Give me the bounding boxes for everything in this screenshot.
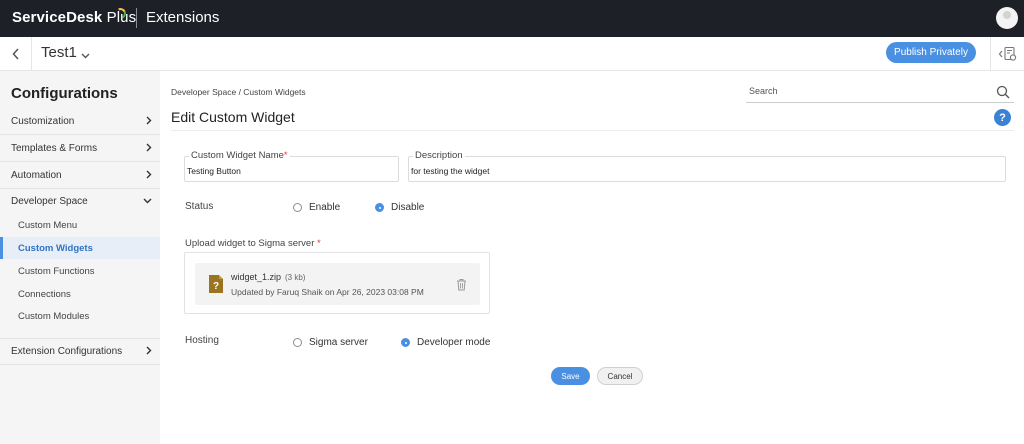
radio-unchecked-icon: [293, 203, 302, 212]
hosting-label: Hosting: [185, 335, 219, 346]
description-label: Description: [413, 150, 465, 161]
status-label: Status: [185, 201, 214, 212]
search-input[interactable]: [749, 86, 979, 96]
back-button[interactable]: [0, 37, 32, 70]
radio-label: Disable: [391, 202, 425, 213]
status-disable-radio[interactable]: Disable: [375, 202, 424, 213]
file-updated-info: Updated by Faruq Shaik on Apr 26, 2023 0…: [231, 287, 424, 297]
sidebar-item-custom-modules[interactable]: Custom Modules: [0, 305, 160, 327]
upload-label: Upload widget to Sigma server *: [185, 238, 321, 249]
trash-icon[interactable]: [456, 278, 467, 291]
app-name[interactable]: Test1: [41, 44, 77, 61]
cancel-button[interactable]: Cancel: [597, 367, 643, 385]
status-enable-radio[interactable]: Enable: [293, 202, 340, 213]
hosting-developer-radio[interactable]: Developer mode: [401, 337, 490, 348]
sidebar-item-connections[interactable]: Connections: [0, 283, 160, 305]
sidebar-item-label: Automation: [11, 169, 62, 181]
chevron-down-icon: [143, 198, 152, 204]
page-title: Edit Custom Widget: [171, 109, 295, 125]
sidebar-item-label: Templates & Forms: [11, 142, 98, 154]
publish-privately-button[interactable]: Publish Privately: [886, 42, 976, 63]
uploaded-file-card: [195, 263, 480, 305]
sidebar-item-custom-functions[interactable]: Custom Functions: [0, 260, 160, 282]
widget-name-input[interactable]: [187, 166, 390, 176]
radio-label: Sigma server: [309, 337, 368, 348]
radio-checked-icon: [375, 203, 384, 212]
chevron-right-icon: [146, 346, 152, 355]
radio-checked-icon: [401, 338, 410, 347]
description-input[interactable]: [411, 166, 978, 176]
chevron-right-icon: [146, 116, 152, 125]
module-title: Extensions: [146, 9, 220, 26]
radio-unchecked-icon: [293, 338, 302, 347]
sidebar-divider: [0, 364, 160, 365]
sidebar-item-label: Extension Configurations: [11, 345, 123, 357]
zip-file-icon: ?: [209, 275, 223, 293]
user-avatar-icon[interactable]: [996, 7, 1018, 29]
file-name[interactable]: widget_1.zip: [231, 272, 281, 282]
required-mark: *: [283, 150, 288, 161]
app-switch-chevron[interactable]: [81, 46, 90, 64]
side-panel-toggle[interactable]: [990, 37, 1024, 70]
sidebar-item-developer-space[interactable]: Developer Space: [0, 188, 160, 214]
chevron-right-icon: [146, 170, 152, 179]
sidebar-item-customization[interactable]: Customization: [0, 108, 160, 134]
chevron-left-icon: [11, 47, 19, 60]
sidebar-heading: Configurations: [11, 85, 118, 102]
search-icon[interactable]: [996, 85, 1010, 99]
sidebar-item-label: Customization: [11, 115, 75, 127]
sidebar-item-custom-widgets[interactable]: Custom Widgets: [0, 237, 160, 259]
breadcrumb[interactable]: Developer Space / Custom Widgets: [171, 87, 306, 97]
title-divider: [171, 130, 1014, 131]
sidebar: Configurations Customization Templates &…: [0, 71, 160, 444]
sidebar-item-templates-forms[interactable]: Templates & Forms: [0, 135, 160, 161]
description-field: Description: [408, 150, 1006, 182]
svg-text:?: ?: [213, 281, 219, 292]
save-button[interactable]: Save: [551, 367, 590, 385]
topbar-divider: [136, 8, 137, 28]
top-bar: ServiceDesk Plus Extensions: [0, 0, 1024, 37]
sidebar-item-extension-configurations[interactable]: Extension Configurations: [0, 338, 160, 364]
brand-name: ServiceDesk: [12, 9, 103, 26]
sidebar-item-label: Developer Space: [11, 195, 88, 207]
document-settings-icon: [998, 46, 1016, 61]
chevron-right-icon: [146, 143, 152, 152]
upload-label-text: Upload widget to Sigma server: [185, 238, 315, 249]
sidebar-item-automation[interactable]: Automation: [0, 162, 160, 188]
radio-label: Developer mode: [417, 337, 491, 348]
search-box: [746, 83, 1014, 103]
widget-name-label: Custom Widget Name*: [189, 150, 290, 161]
chevron-down-icon: [81, 53, 90, 59]
required-mark: *: [317, 238, 321, 249]
file-size: (3 kb): [285, 273, 306, 282]
app-header-bar: Test1 Publish Privately: [0, 37, 1024, 71]
widget-name-field: Custom Widget Name*: [184, 150, 399, 182]
widget-name-label-text: Custom Widget Name: [191, 150, 284, 161]
help-icon[interactable]: ?: [994, 109, 1011, 126]
hosting-sigma-radio[interactable]: Sigma server: [293, 337, 368, 348]
sidebar-item-custom-menu[interactable]: Custom Menu: [0, 214, 160, 236]
radio-label: Enable: [309, 202, 341, 213]
